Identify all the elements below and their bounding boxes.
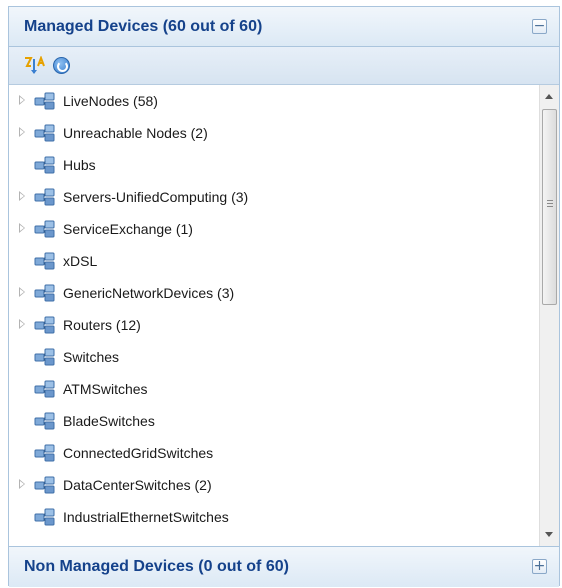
expand-arrow-icon[interactable] [19, 287, 25, 297]
tree-node[interactable]: BladeSwitches [9, 405, 539, 437]
tree-node-label: Switches [63, 349, 120, 365]
device-group-icon [34, 251, 56, 271]
device-group-icon [34, 187, 56, 207]
tree-node-label: Routers (12) [63, 317, 141, 333]
tree-node[interactable]: Hubs [9, 149, 539, 181]
non-managed-devices-title: Non Managed Devices (0 out of 60) [24, 558, 289, 575]
tree-node-label: Unreachable Nodes (2) [63, 125, 208, 141]
tree-node[interactable]: Routers (12) [9, 309, 539, 341]
expand-arrow-icon[interactable] [19, 95, 25, 105]
expand-arrow-icon[interactable] [19, 479, 25, 489]
tree-node[interactable]: Servers-UnifiedComputing (3) [9, 181, 539, 213]
refresh-icon[interactable] [53, 57, 70, 74]
device-group-icon [34, 91, 56, 111]
tree-node[interactable]: ConnectedGridSwitches [9, 437, 539, 469]
device-group-icon [34, 155, 56, 175]
tree-node-label: LiveNodes (58) [63, 93, 158, 109]
tree-node[interactable]: Unreachable Nodes (2) [9, 117, 539, 149]
device-group-icon [34, 507, 56, 527]
scroll-up-arrow-icon[interactable] [545, 94, 553, 99]
tree-node[interactable]: DataCenterSwitches (2) [9, 469, 539, 501]
device-group-icon [34, 379, 56, 399]
tree-node-label: DataCenterSwitches (2) [63, 477, 212, 493]
managed-devices-header[interactable]: Managed Devices (60 out of 60) − [9, 7, 559, 47]
sort-icon[interactable] [23, 56, 45, 76]
expand-arrow-icon[interactable] [19, 319, 25, 329]
device-tree-panel: Managed Devices (60 out of 60) − LiveNod… [8, 6, 560, 587]
tree-toolbar [9, 47, 559, 85]
tree-node-label: Hubs [63, 157, 96, 173]
tree-node[interactable]: ATMSwitches [9, 373, 539, 405]
non-managed-devices-header[interactable]: Non Managed Devices (0 out of 60) + [9, 546, 559, 587]
device-group-icon [34, 283, 56, 303]
expand-arrow-icon[interactable] [19, 127, 25, 137]
device-group-icon [34, 123, 56, 143]
tree-node[interactable]: Switches [9, 341, 539, 373]
expand-arrow-icon[interactable] [19, 223, 25, 233]
device-group-icon [34, 411, 56, 431]
tree-node-label: xDSL [63, 253, 98, 269]
tree-node-label: GenericNetworkDevices (3) [63, 285, 235, 301]
tree-node-label: BladeSwitches [63, 413, 155, 429]
device-group-icon [34, 315, 56, 335]
expand-arrow-icon[interactable] [19, 191, 25, 201]
tree-node-label: Servers-UnifiedComputing (3) [63, 189, 249, 205]
device-tree: LiveNodes (58) Unreachable Nodes (2) Hubs S… [9, 85, 539, 546]
device-group-icon [34, 347, 56, 367]
tree-node-label: IndustrialEthernetSwitches [63, 509, 229, 525]
tree-node[interactable]: ServiceExchange (1) [9, 213, 539, 245]
device-group-icon [34, 443, 56, 463]
managed-devices-title: Managed Devices (60 out of 60) [24, 18, 263, 35]
scroll-down-arrow-icon[interactable] [545, 532, 553, 537]
device-group-icon [34, 219, 56, 239]
tree-node-label: ConnectedGridSwitches [63, 445, 214, 461]
tree-node[interactable]: xDSL [9, 245, 539, 277]
tree-node-label: ATMSwitches [63, 381, 148, 397]
tree-node[interactable]: IndustrialEthernetSwitches [9, 501, 539, 533]
tree-node[interactable]: LiveNodes (58) [9, 85, 539, 117]
tree-node[interactable]: GenericNetworkDevices (3) [9, 277, 539, 309]
scroll-thumb[interactable] [542, 109, 557, 305]
device-group-icon [34, 475, 56, 495]
expand-button[interactable]: + [532, 559, 547, 574]
collapse-button[interactable]: − [532, 19, 547, 34]
vertical-scrollbar[interactable] [539, 85, 559, 546]
tree-node-label: ServiceExchange (1) [63, 221, 193, 237]
